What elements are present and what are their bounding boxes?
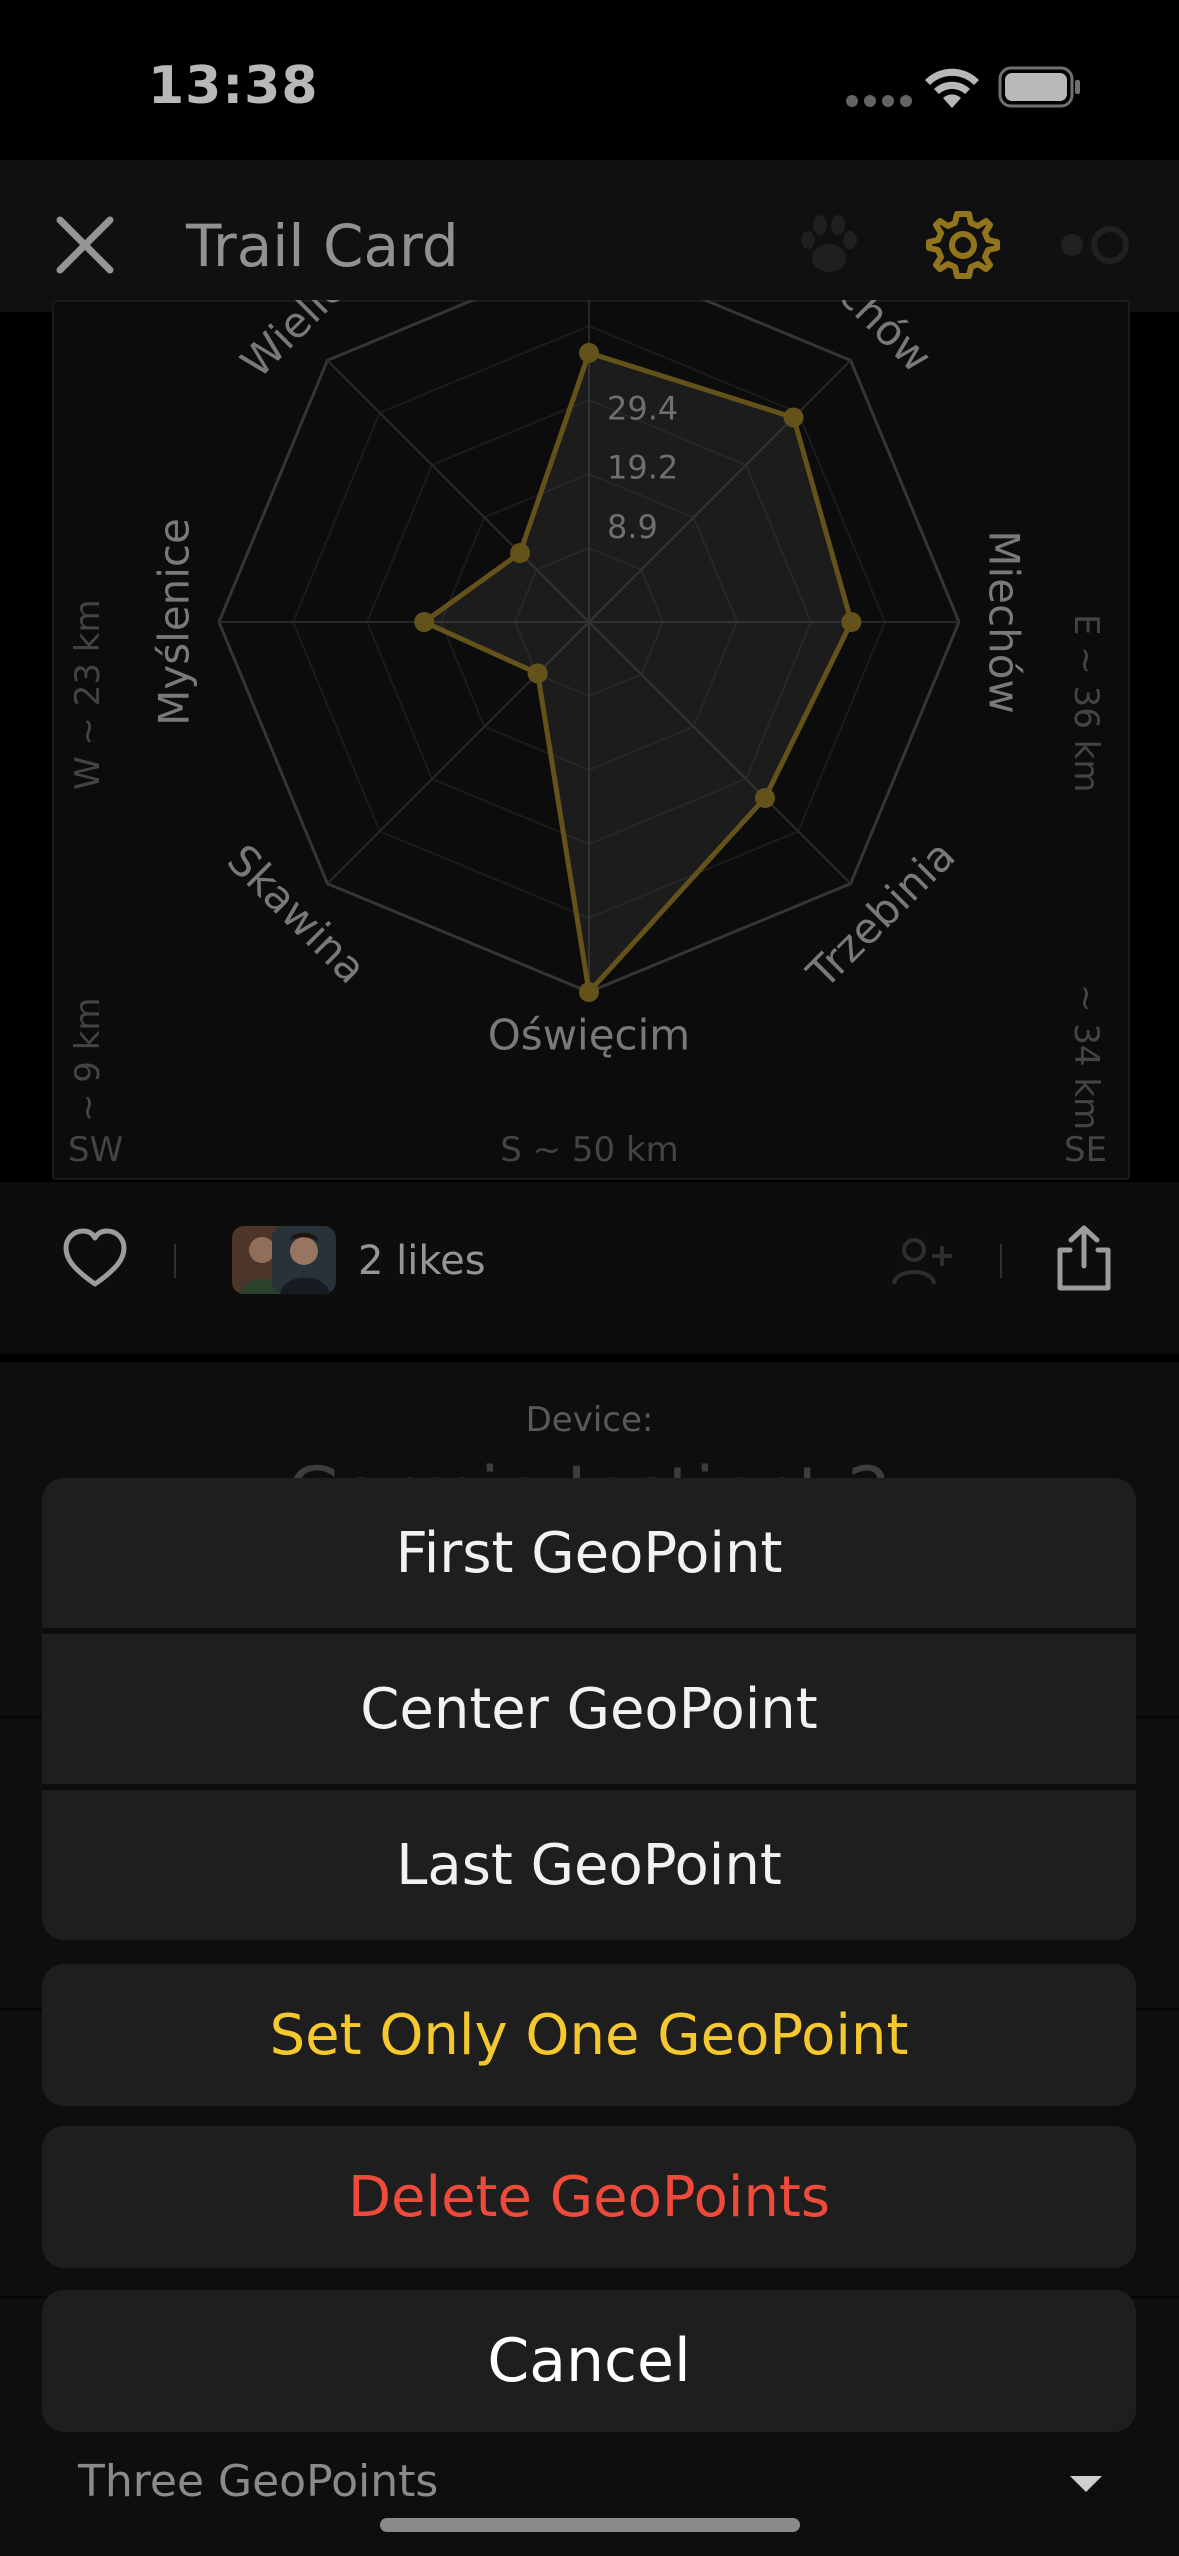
home-indicator bbox=[380, 2518, 800, 2532]
cancel-button[interactable]: Cancel bbox=[42, 2290, 1136, 2432]
chevron-down-icon bbox=[1070, 2476, 1102, 2492]
center-geopoint-button[interactable]: Center GeoPoint bbox=[42, 1634, 1136, 1784]
geopoints-select-value: Three GeoPoints bbox=[78, 2456, 439, 2507]
set-only-one-geopoint-button[interactable]: Set Only One GeoPoint bbox=[42, 1964, 1136, 2106]
last-geopoint-button[interactable]: Last GeoPoint bbox=[42, 1790, 1136, 1940]
delete-geopoints-button[interactable]: Delete GeoPoints bbox=[42, 2126, 1136, 2268]
first-geopoint-button[interactable]: First GeoPoint bbox=[42, 1478, 1136, 1628]
